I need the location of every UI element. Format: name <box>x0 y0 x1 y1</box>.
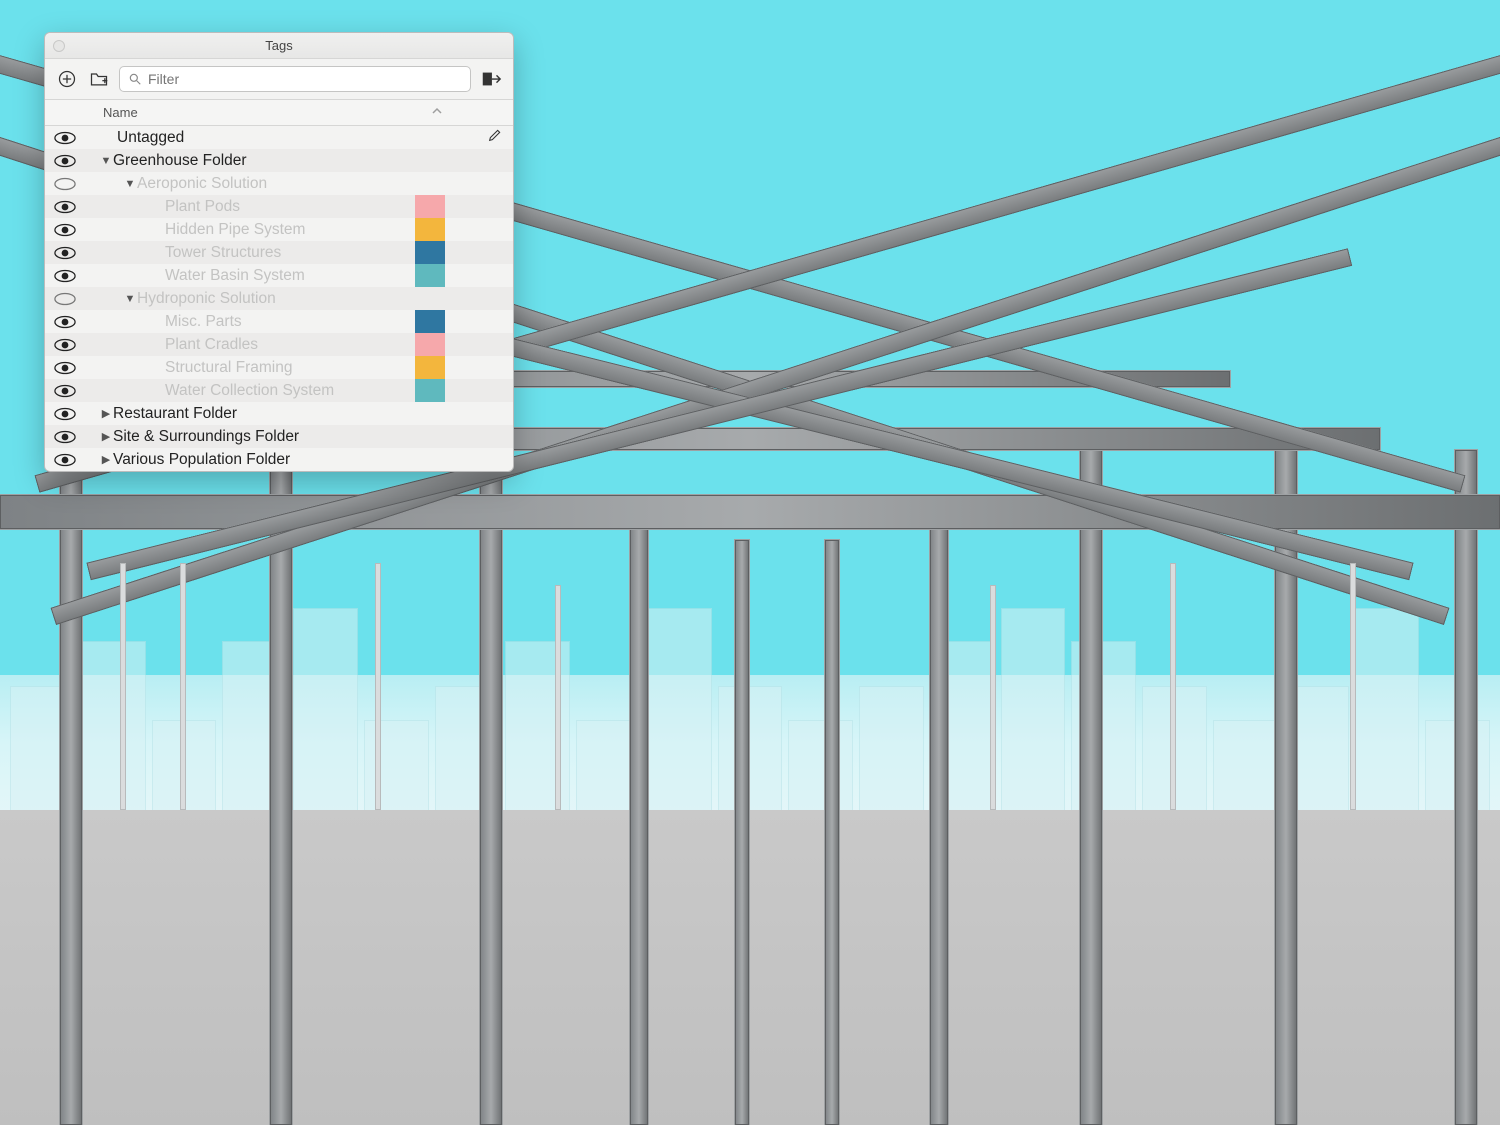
panel-titlebar[interactable]: Tags <box>45 33 513 59</box>
tag-row[interactable]: Hidden Pipe System <box>45 218 513 241</box>
tag-label: Structural Framing <box>165 359 292 377</box>
column <box>60 450 82 1125</box>
visibility-toggle[interactable] <box>45 269 85 283</box>
beam <box>0 495 1500 529</box>
color-swatch[interactable] <box>415 264 445 287</box>
color-swatch[interactable] <box>415 310 445 333</box>
filter-search[interactable] <box>119 66 471 92</box>
tag-row[interactable]: Plant Cradles <box>45 333 513 356</box>
tag-label: Tower Structures <box>165 244 281 262</box>
tag-row[interactable]: Water Collection System <box>45 379 513 402</box>
tag-label: Hidden Pipe System <box>165 221 305 239</box>
search-icon <box>128 72 142 86</box>
column <box>930 506 948 1125</box>
disclosure-triangle-icon[interactable]: ▼ <box>123 293 137 305</box>
visibility-toggle[interactable] <box>45 177 85 191</box>
tag-row[interactable]: Structural Framing <box>45 356 513 379</box>
tag-label: Water Collection System <box>165 382 334 400</box>
add-tag-button[interactable] <box>55 67 79 91</box>
filter-input[interactable] <box>148 71 462 87</box>
column <box>630 506 648 1125</box>
close-icon[interactable] <box>53 40 65 52</box>
color-swatch[interactable] <box>415 241 445 264</box>
tag-row[interactable]: ▼ Hydroponic Solution <box>45 287 513 310</box>
tag-label: Hydroponic Solution <box>137 290 276 308</box>
color-swatch[interactable] <box>415 195 445 218</box>
visibility-toggle[interactable] <box>45 384 85 398</box>
tag-row[interactable]: ▶ Restaurant Folder <box>45 402 513 425</box>
disclosure-triangle-icon[interactable]: ▶ <box>99 453 113 466</box>
tag-label: Various Population Folder <box>113 451 290 469</box>
tag-label: Water Basin System <box>165 267 305 285</box>
visibility-toggle[interactable] <box>45 338 85 352</box>
tags-panel: Tags Name Untagged <box>44 32 514 472</box>
tag-row[interactable]: Water Basin System <box>45 264 513 287</box>
disclosure-triangle-icon[interactable]: ▼ <box>123 178 137 190</box>
column <box>825 540 839 1125</box>
details-flyout-button[interactable] <box>479 67 503 91</box>
tag-row[interactable]: ▶ Various Population Folder <box>45 448 513 471</box>
panel-toolbar <box>45 59 513 100</box>
color-swatch[interactable] <box>415 218 445 241</box>
visibility-toggle[interactable] <box>45 407 85 421</box>
color-swatch[interactable] <box>415 333 445 356</box>
tag-label: Greenhouse Folder <box>113 152 247 170</box>
visibility-toggle[interactable] <box>45 200 85 214</box>
visibility-toggle[interactable] <box>45 361 85 375</box>
panel-title: Tags <box>265 38 292 53</box>
column-header-name[interactable]: Name <box>103 105 138 120</box>
tag-label: Site & Surroundings Folder <box>113 428 299 446</box>
column <box>480 450 502 1125</box>
tag-label: Restaurant Folder <box>113 405 237 423</box>
tag-label: Plant Cradles <box>165 336 258 354</box>
tag-label: Misc. Parts <box>165 313 242 331</box>
disclosure-triangle-icon[interactable]: ▼ <box>99 155 113 167</box>
visibility-toggle[interactable] <box>45 223 85 237</box>
tag-label: Aeroponic Solution <box>137 175 267 193</box>
tag-row[interactable]: ▶ Site & Surroundings Folder <box>45 425 513 448</box>
visibility-toggle[interactable] <box>45 246 85 260</box>
add-tag-folder-button[interactable] <box>87 67 111 91</box>
visibility-toggle[interactable] <box>45 154 85 168</box>
visibility-toggle[interactable] <box>45 430 85 444</box>
column-header-row: Name <box>45 100 513 126</box>
tag-list: Untagged ▼ Greenhouse Folder ▼ Aeroponic… <box>45 126 513 471</box>
visibility-toggle[interactable] <box>45 292 85 306</box>
edit-pencil-icon[interactable] <box>487 127 503 148</box>
disclosure-triangle-icon[interactable]: ▶ <box>99 407 113 420</box>
visibility-toggle[interactable] <box>45 315 85 329</box>
tag-label: Plant Pods <box>165 198 240 216</box>
tag-row[interactable]: Plant Pods <box>45 195 513 218</box>
tag-label: Untagged <box>117 129 184 147</box>
column <box>735 540 749 1125</box>
visibility-toggle[interactable] <box>45 453 85 467</box>
tag-row[interactable]: ▼ Greenhouse Folder <box>45 149 513 172</box>
column <box>1455 450 1477 1125</box>
sort-caret-icon[interactable] <box>431 105 443 120</box>
color-swatch[interactable] <box>415 356 445 379</box>
disclosure-triangle-icon[interactable]: ▶ <box>99 430 113 443</box>
tag-row[interactable]: Untagged <box>45 126 513 149</box>
visibility-toggle[interactable] <box>45 131 85 145</box>
color-swatch[interactable] <box>415 379 445 402</box>
tag-row[interactable]: Misc. Parts <box>45 310 513 333</box>
column <box>1080 450 1102 1125</box>
tag-row[interactable]: ▼ Aeroponic Solution <box>45 172 513 195</box>
tag-row[interactable]: Tower Structures <box>45 241 513 264</box>
